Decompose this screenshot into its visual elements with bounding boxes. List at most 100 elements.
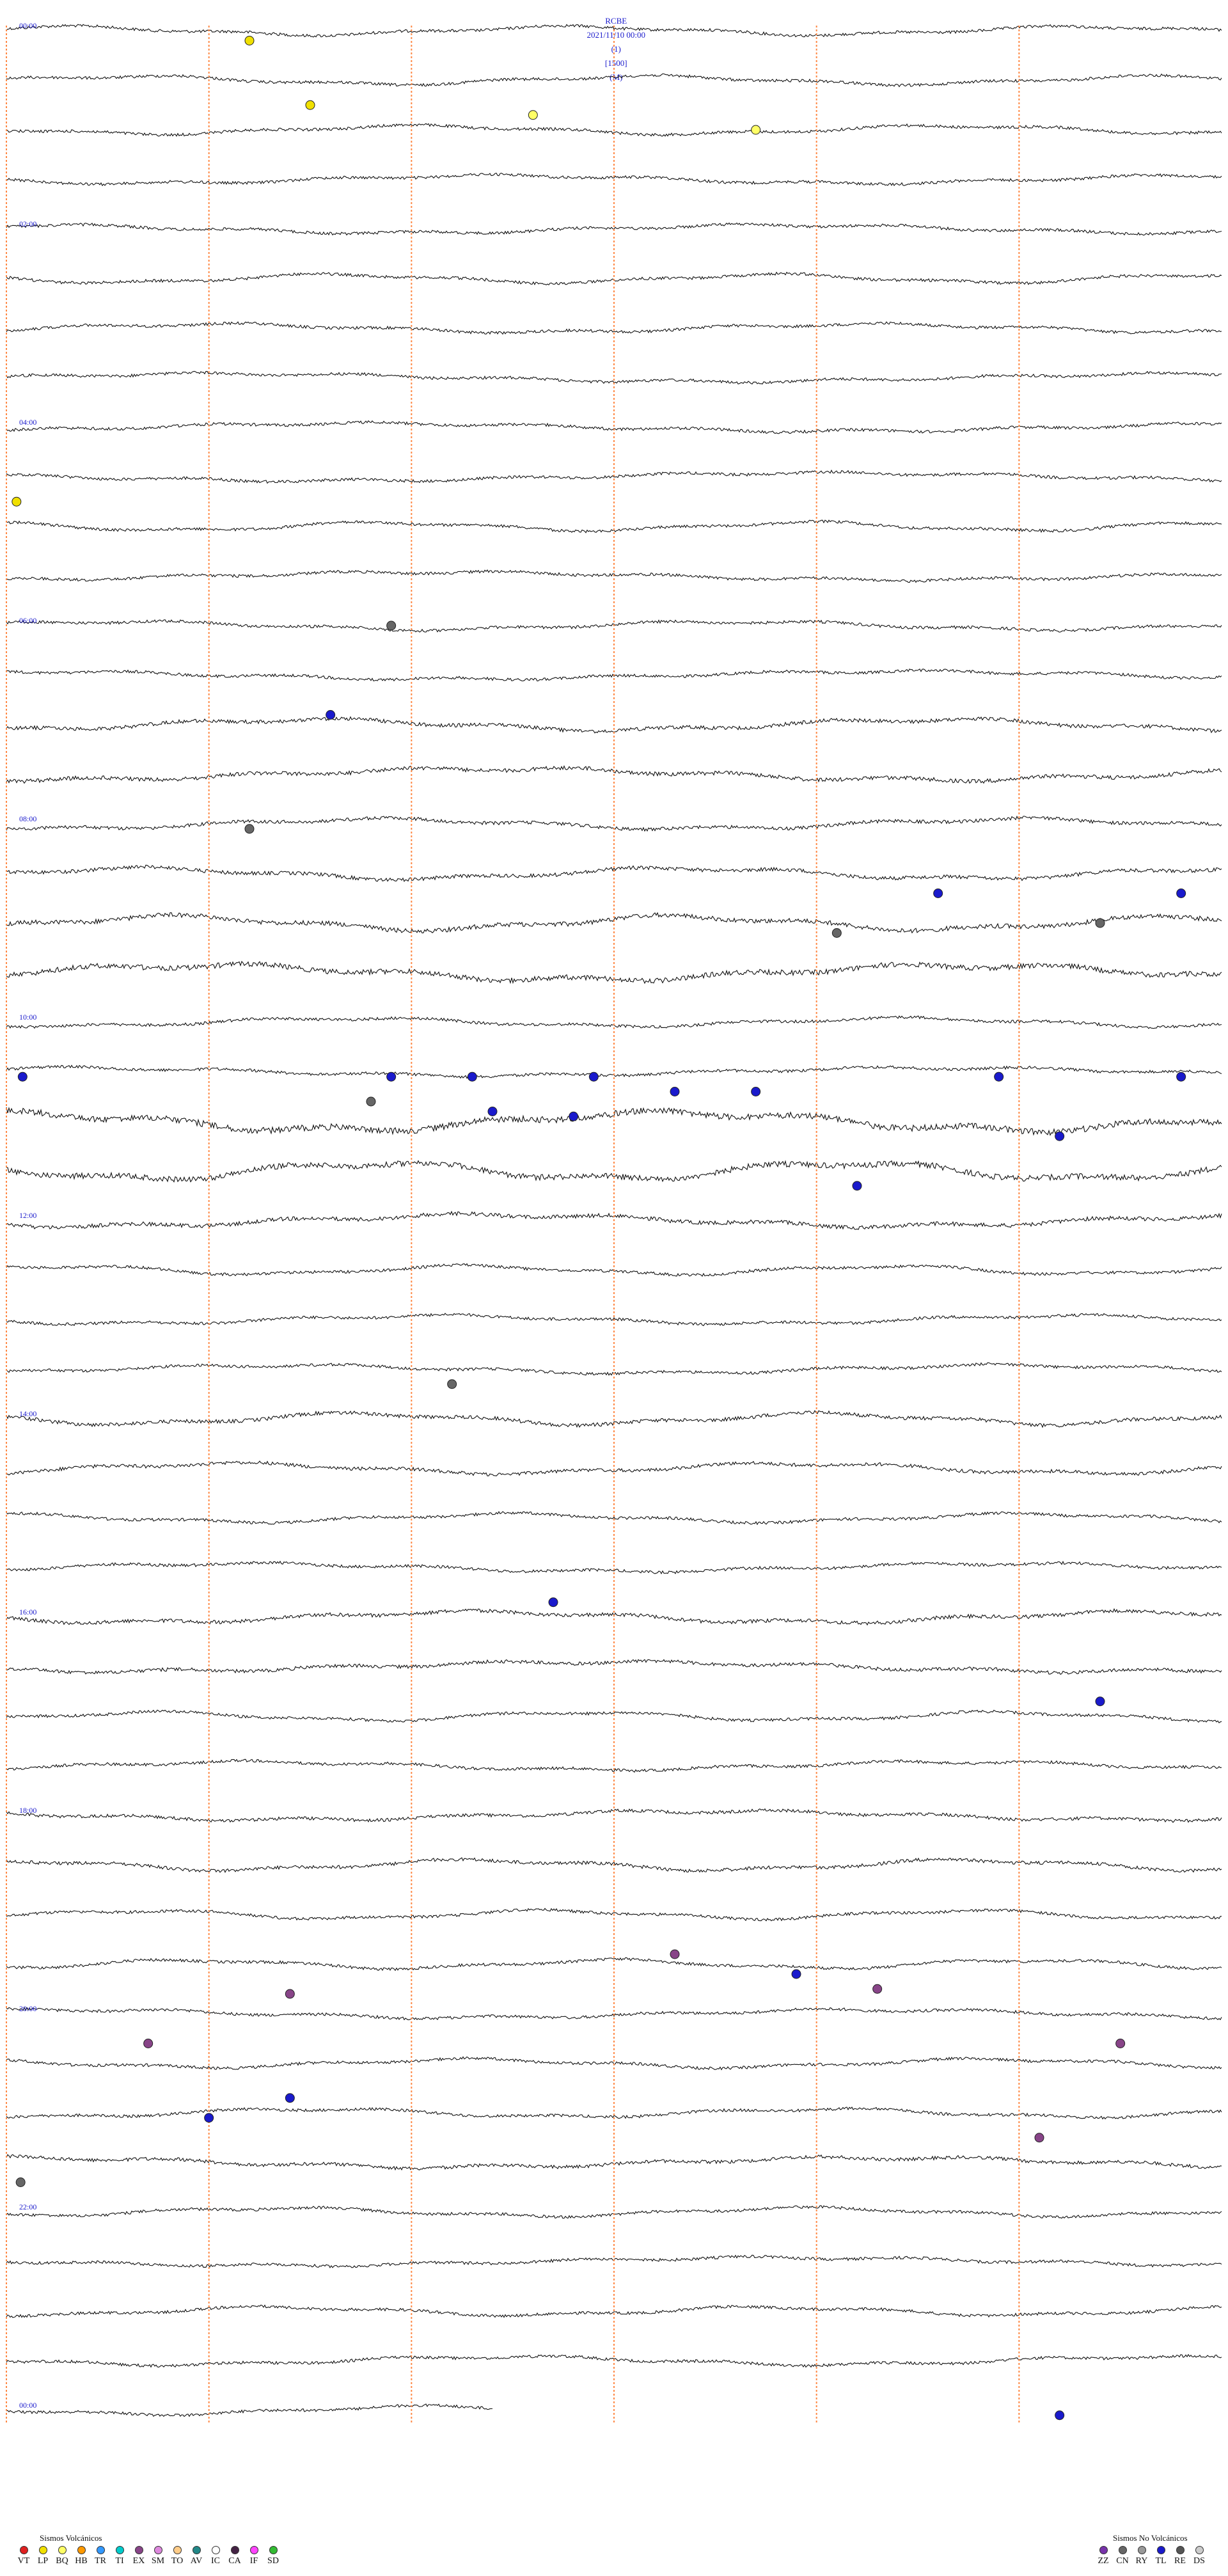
event-marker [17, 1071, 28, 1082]
legend-dot-icon [192, 2546, 201, 2554]
time-label: 04:00 [19, 418, 36, 427]
event-marker [244, 824, 255, 834]
event-marker [569, 1111, 579, 1121]
event-marker [487, 1107, 498, 1116]
legend-code-label: DS [1193, 2556, 1205, 2566]
legend-dot-icon [38, 2546, 47, 2554]
legend-code-label: BQ [56, 2556, 68, 2566]
legend-nonvolcanic-title: Sismos No Volcánicos [1113, 2533, 1188, 2543]
legend-dot-icon [211, 2546, 220, 2554]
event-marker [1176, 1071, 1186, 1082]
legend-code-label: AV [190, 2556, 203, 2566]
event-marker [386, 1071, 397, 1082]
event-marker [751, 125, 761, 135]
event-marker [326, 710, 336, 720]
legend-dot-icon [115, 2546, 124, 2554]
legend-item-lp: LP [33, 2546, 52, 2566]
event-marker [548, 1597, 558, 1608]
legend-dot-icon [19, 2546, 28, 2554]
event-marker [1055, 2410, 1065, 2421]
time-label: 22:00 [19, 2202, 36, 2211]
event-marker [366, 1096, 376, 1107]
event-marker [528, 110, 538, 120]
event-marker [791, 1969, 801, 1979]
legend-dot-icon [1176, 2546, 1185, 2554]
legend-code-label: EX [132, 2556, 145, 2566]
legend-code-label: RE [1174, 2556, 1186, 2566]
event-marker [204, 2113, 214, 2123]
legend-dot-icon [134, 2546, 143, 2554]
legend-code-label: IF [249, 2556, 258, 2566]
legend-nonvolcanic: Sismos No Volcánicos ZZ CN RY TL RE DS [1094, 2533, 1209, 2566]
legend-code-label: TR [95, 2556, 106, 2566]
event-marker [994, 1071, 1004, 1082]
legend-item-ic: IC [206, 2546, 225, 2566]
event-marker [143, 2039, 154, 2048]
legend-code-label: TO [171, 2556, 184, 2566]
trace-row [6, 2106, 1222, 2120]
legend-code-label: VT [17, 2556, 30, 2566]
time-label: 14:00 [19, 1409, 36, 1418]
legend-code-label: RY [1135, 2556, 1148, 2566]
time-label: 16:00 [19, 1608, 36, 1616]
legend-code-label: TL [1155, 2556, 1167, 2566]
legend-code-label: TI [115, 2556, 124, 2566]
legend-code-label: HB [75, 2556, 88, 2566]
event-marker [933, 889, 943, 898]
event-marker [285, 1989, 295, 1999]
legend-code-label: ZZ [1098, 2556, 1109, 2566]
trace-row [6, 2403, 492, 2417]
legend-item-ry: RY [1132, 2546, 1151, 2566]
time-label: 00:00 [19, 2401, 36, 2410]
legend-item-sm: SM [148, 2546, 168, 2566]
legend-dot-icon [1118, 2546, 1127, 2554]
time-label: 00:00 [19, 21, 36, 30]
trace-row [6, 1015, 1222, 1029]
legend-dot-icon [58, 2546, 67, 2554]
time-label: 18:00 [19, 1806, 36, 1815]
legend-dot-icon [249, 2546, 258, 2554]
event-marker [244, 36, 255, 45]
trace-row [6, 1560, 1222, 1575]
legend-code-label: CN [1116, 2556, 1129, 2566]
event-marker [1176, 889, 1186, 898]
legend-dot-icon [1195, 2546, 1204, 2554]
event-marker [467, 1071, 477, 1082]
legend-code-label: LP [37, 2556, 49, 2566]
time-label: 08:00 [19, 814, 36, 823]
legend-code-label: SD [267, 2556, 279, 2566]
event-marker [1115, 2039, 1126, 2048]
time-label: 06:00 [19, 616, 36, 625]
legend-item-cn: CN [1113, 2546, 1132, 2566]
legend-code-label: SM [151, 2556, 165, 2566]
legend-item-re: RE [1170, 2546, 1190, 2566]
event-marker [831, 928, 842, 938]
time-label: 02:00 [19, 219, 36, 228]
event-marker [588, 1071, 599, 1082]
legend-volcanic: Sismos Volcánicos VT LP BQ HB TR TI EX SM TO AV IC… [14, 2533, 283, 2566]
event-marker [1095, 1696, 1105, 1707]
event-marker [670, 1949, 680, 1959]
legend-volcanic-title: Sismos Volcánicos [40, 2533, 102, 2543]
event-marker [751, 1087, 761, 1096]
legend-dot-icon [230, 2546, 239, 2554]
event-marker [12, 496, 22, 507]
legend-code-label: CA [228, 2556, 241, 2566]
event-marker [15, 2177, 26, 2187]
legend-item-hb: HB [72, 2546, 91, 2566]
event-marker [670, 1087, 680, 1096]
trace-row [6, 961, 1222, 984]
legend-item-tr: TR [91, 2546, 110, 2566]
helicorder-plot: 00:00 02:00 04:00 06:00 08:00 10:00 12:00 14:00… [6, 21, 1222, 2423]
legend-dot-icon [96, 2546, 105, 2554]
legend-dot-icon [1099, 2546, 1108, 2554]
event-marker [1055, 1131, 1065, 1141]
legend-item-sd: SD [264, 2546, 283, 2566]
legend-item-av: AV [187, 2546, 206, 2566]
legend-item-if: IF [244, 2546, 264, 2566]
legend-item-vt: VT [14, 2546, 33, 2566]
legend-item-ex: EX [129, 2546, 148, 2566]
event-marker [305, 100, 315, 110]
legend-item-tl: TL [1151, 2546, 1170, 2566]
time-label: 20:00 [19, 2004, 36, 2013]
